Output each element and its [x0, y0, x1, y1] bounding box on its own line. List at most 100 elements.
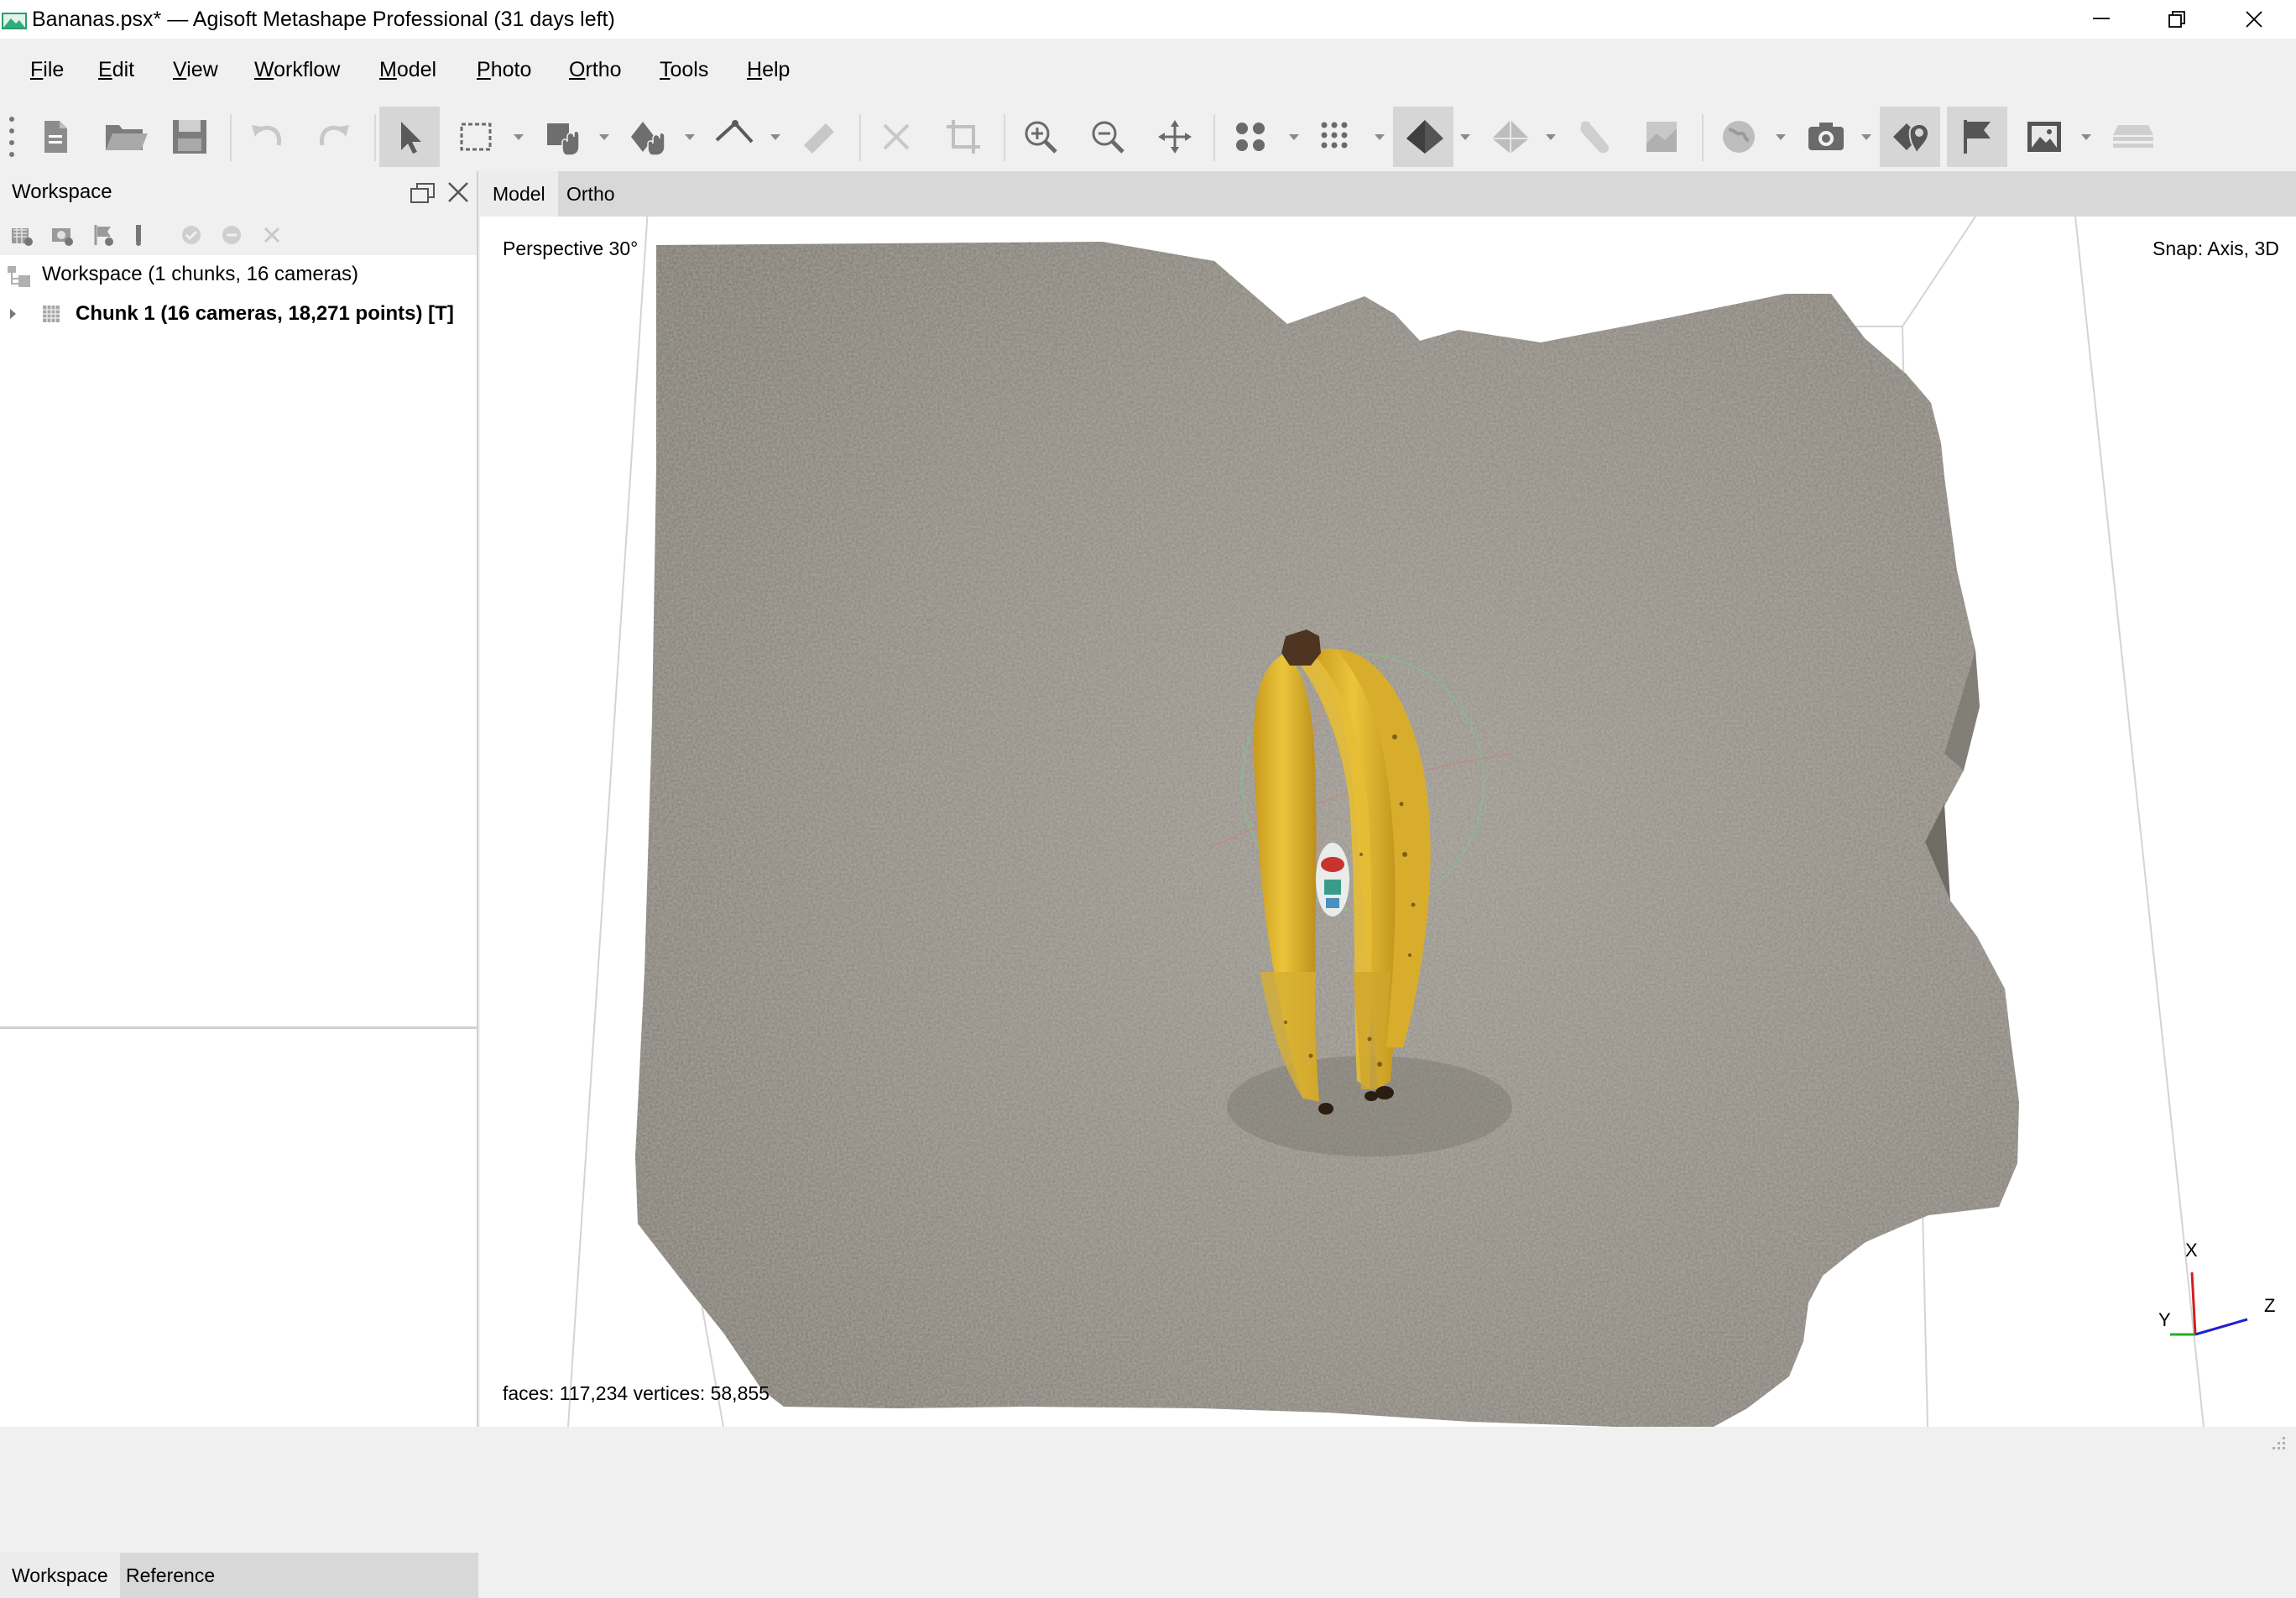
chevron-down-icon[interactable]	[1776, 134, 1786, 140]
metashape-app-icon	[2, 13, 27, 29]
show-texture-button[interactable]	[1564, 107, 1625, 167]
navigation-button[interactable]	[379, 107, 440, 167]
chevron-down-icon[interactable]	[1546, 134, 1556, 140]
ruler-icon	[715, 120, 754, 144]
menu-view[interactable]: View	[173, 57, 218, 82]
resize-grip-icon[interactable]	[2266, 1434, 2288, 1454]
close-panel-icon[interactable]	[446, 180, 470, 204]
model-viewport[interactable]: Perspective 30° Snap: Axis, 3D faces: 11…	[480, 217, 2296, 1427]
workspace-root-label: Workspace (1 chunks, 16 cameras)	[42, 263, 359, 285]
model-stats-label: faces: 117,234 vertices: 58,855	[503, 1382, 770, 1404]
zoom-in-button[interactable]	[1010, 107, 1071, 167]
measure-button[interactable]	[789, 107, 849, 167]
minimize-button[interactable]	[2064, 0, 2139, 39]
rectangle-selection-button[interactable]	[446, 107, 507, 167]
close-icon	[2246, 11, 2262, 28]
menu-help[interactable]: Help	[747, 57, 790, 82]
axis-indicator-icon	[2170, 1272, 2248, 1336]
workspace-root-item[interactable]: Workspace (1 chunks, 16 cameras)	[0, 255, 477, 294]
menu-file[interactable]: File	[30, 57, 64, 82]
undo-button[interactable]	[237, 107, 297, 167]
new-document-icon	[44, 121, 67, 153]
model-scene[interactable]	[480, 217, 2296, 1427]
ruler-button[interactable]	[703, 107, 764, 167]
redo-button[interactable]	[304, 107, 364, 167]
show-images-button[interactable]	[2014, 107, 2074, 167]
chevron-down-icon[interactable]	[1460, 134, 1470, 140]
menu-tools[interactable]: Tools	[660, 57, 708, 82]
expand-arrow-icon[interactable]	[10, 309, 16, 319]
new-button[interactable]	[25, 107, 86, 167]
show-region-button[interactable]	[1709, 107, 1769, 167]
chevron-down-icon[interactable]	[1375, 134, 1385, 140]
left-panel-tabs: Workspace Reference	[0, 1553, 478, 1598]
rotate-object-button[interactable]	[618, 107, 678, 167]
show-points-icon	[1236, 123, 1265, 151]
zoom-out-button[interactable]	[1078, 107, 1138, 167]
move-object-button[interactable]	[534, 107, 594, 167]
toolbar-grip-icon[interactable]	[8, 114, 15, 159]
add-marker-icon[interactable]	[91, 223, 114, 247]
add-shape-icon[interactable]	[129, 223, 153, 247]
show-cameras-button[interactable]	[1794, 107, 1855, 167]
show-dem-button[interactable]	[1631, 107, 1692, 167]
menu-edit[interactable]: Edit	[98, 57, 134, 82]
carpet-mesh	[635, 242, 2019, 1427]
menu-model[interactable]: Model	[379, 57, 436, 82]
show-texture-icon	[1580, 121, 1610, 154]
undo-icon	[252, 125, 282, 146]
chevron-down-icon[interactable]	[770, 134, 780, 140]
disable-icon[interactable]	[220, 223, 243, 247]
chevron-down-icon[interactable]	[685, 134, 695, 140]
show-cameras-icon	[1808, 123, 1844, 150]
show-dense-cloud-button[interactable]	[1307, 107, 1368, 167]
chunk-label: Chunk 1 (16 cameras, 18,271 points) [T]	[76, 302, 454, 325]
show-points-button[interactable]	[1222, 107, 1282, 167]
tab-workspace[interactable]: Workspace	[0, 1553, 120, 1598]
show-layers-button[interactable]	[2100, 107, 2160, 167]
menu-workflow[interactable]: Workflow	[254, 57, 340, 82]
panel-splitter[interactable]	[0, 1026, 477, 1029]
show-model-button[interactable]	[1393, 107, 1453, 167]
tab-ortho[interactable]: Ortho	[554, 171, 628, 217]
show-tiled-model-button[interactable]	[1479, 107, 1539, 167]
show-markers-button[interactable]	[1880, 107, 1940, 167]
select-pointer-icon	[401, 122, 421, 154]
toolbar-separator	[859, 114, 861, 161]
menu-photo[interactable]: Photo	[477, 57, 531, 82]
chevron-down-icon[interactable]	[514, 134, 524, 140]
enable-icon[interactable]	[180, 223, 203, 247]
chevron-down-icon[interactable]	[2081, 134, 2091, 140]
add-chunk-icon[interactable]	[10, 223, 34, 247]
crop-button[interactable]	[933, 107, 994, 167]
tab-model[interactable]: Model	[480, 171, 558, 217]
remove-items-icon[interactable]	[260, 223, 284, 247]
show-dense-cloud-icon	[1321, 122, 1348, 149]
rotate-object-icon	[631, 122, 665, 155]
open-button[interactable]	[92, 107, 153, 167]
rectangle-selection-icon	[460, 123, 492, 151]
reset-view-button[interactable]	[1145, 107, 1205, 167]
title-bar: Bananas.psx* — Agisoft Metashape Profess…	[0, 0, 2296, 39]
show-layers-icon	[2113, 125, 2153, 148]
chevron-down-icon[interactable]	[1861, 134, 1871, 140]
chevron-down-icon[interactable]	[599, 134, 609, 140]
axis-z-label: Z	[2264, 1295, 2276, 1316]
chunk-item[interactable]: Chunk 1 (16 cameras, 18,271 points) [T]	[0, 295, 477, 333]
add-photos-icon[interactable]	[50, 223, 74, 247]
snap-label: Snap: Axis, 3D	[2152, 238, 2279, 259]
save-button[interactable]	[159, 107, 220, 167]
move-object-icon	[547, 123, 580, 155]
delete-button[interactable]	[866, 107, 926, 167]
tab-reference[interactable]: Reference	[114, 1553, 227, 1598]
chevron-down-icon[interactable]	[1289, 134, 1299, 140]
show-flags-button[interactable]	[1947, 107, 2007, 167]
restore-button[interactable]	[2139, 0, 2215, 39]
workspace-panel-header: Workspace	[0, 171, 477, 213]
close-button[interactable]	[2216, 0, 2292, 39]
menu-ortho[interactable]: Ortho	[569, 57, 622, 82]
show-markers-icon	[1893, 123, 1930, 155]
minimize-icon	[2093, 18, 2110, 19]
float-panel-icon[interactable]	[410, 181, 436, 205]
show-region-icon	[1723, 121, 1755, 153]
